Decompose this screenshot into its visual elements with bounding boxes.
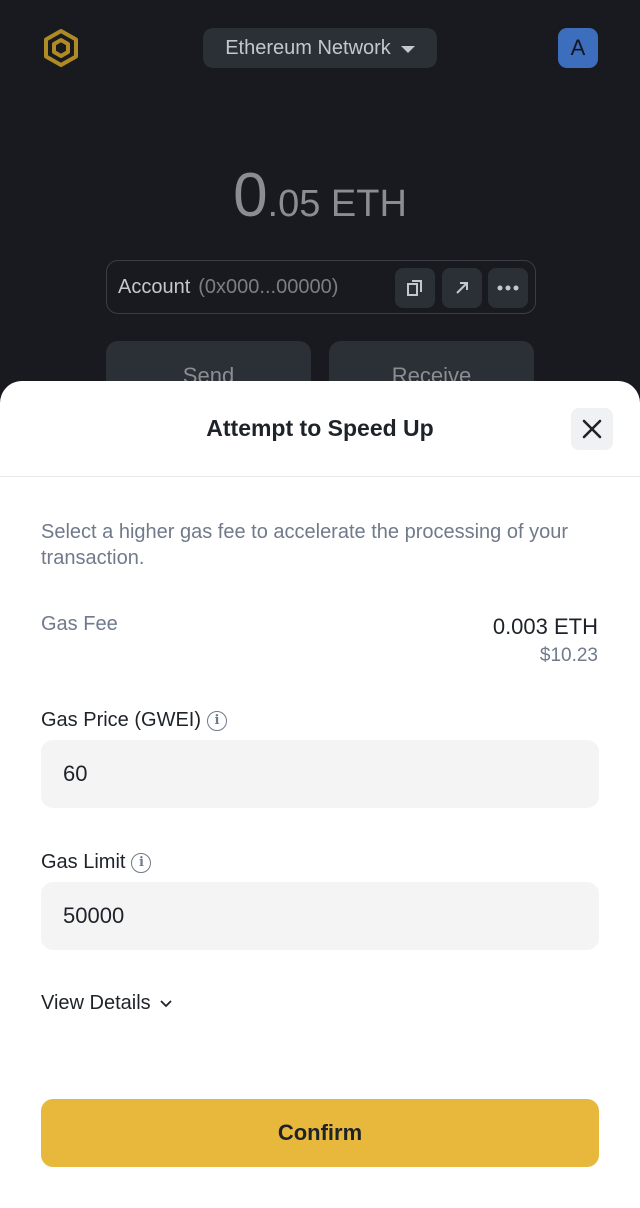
- close-icon: [582, 419, 602, 439]
- speed-up-sheet: Attempt to Speed Up Select a higher gas …: [0, 381, 640, 1208]
- network-selector-label: Ethereum Network: [225, 36, 391, 59]
- gas-limit-label: Gas Limit: [41, 851, 126, 873]
- description-text: Select a higher gas fee to accelerate th…: [41, 521, 568, 569]
- chevron-down-icon: [160, 999, 172, 1007]
- more-icon[interactable]: [488, 268, 528, 308]
- caret-down-icon: [400, 45, 415, 53]
- network-selector[interactable]: Ethereum Network: [203, 28, 437, 68]
- info-icon[interactable]: i: [207, 710, 228, 731]
- account-label: Account: [118, 275, 191, 298]
- sheet-title: Attempt to Speed Up: [206, 415, 434, 441]
- account-bar[interactable]: Account (0x000...00000): [106, 260, 536, 314]
- gas-fee-label: Gas Fee: [41, 613, 118, 635]
- gas-price-input[interactable]: 60: [41, 740, 599, 808]
- external-link-icon[interactable]: [442, 268, 482, 308]
- sheet-header: Attempt to Speed Up: [0, 381, 640, 477]
- info-icon[interactable]: i: [131, 852, 152, 873]
- view-details-toggle[interactable]: View Details: [41, 992, 173, 1015]
- gas-fee-eth: 0.003 ETH: [492, 614, 598, 639]
- balance-whole: 0: [233, 161, 268, 230]
- close-button[interactable]: [571, 408, 613, 450]
- copy-icon[interactable]: [395, 268, 435, 308]
- bnb-logo-icon: [40, 27, 82, 69]
- balance-fraction: .05 ETH: [267, 183, 407, 225]
- confirm-button[interactable]: Confirm: [41, 1099, 599, 1167]
- gas-limit-label-row: Gas Limit i: [41, 851, 152, 874]
- wallet-balance: 0.05 ETH: [0, 160, 640, 231]
- gas-limit-input[interactable]: 50000: [41, 882, 599, 950]
- gas-fee-usd: $10.23: [539, 645, 598, 666]
- gas-price-label-row: Gas Price (GWEI) i: [41, 709, 228, 732]
- gas-price-label: Gas Price (GWEI): [41, 709, 202, 731]
- view-details-label: View Details: [41, 992, 151, 1014]
- account-address: (0x000...00000): [198, 275, 339, 298]
- avatar[interactable]: A: [558, 28, 598, 68]
